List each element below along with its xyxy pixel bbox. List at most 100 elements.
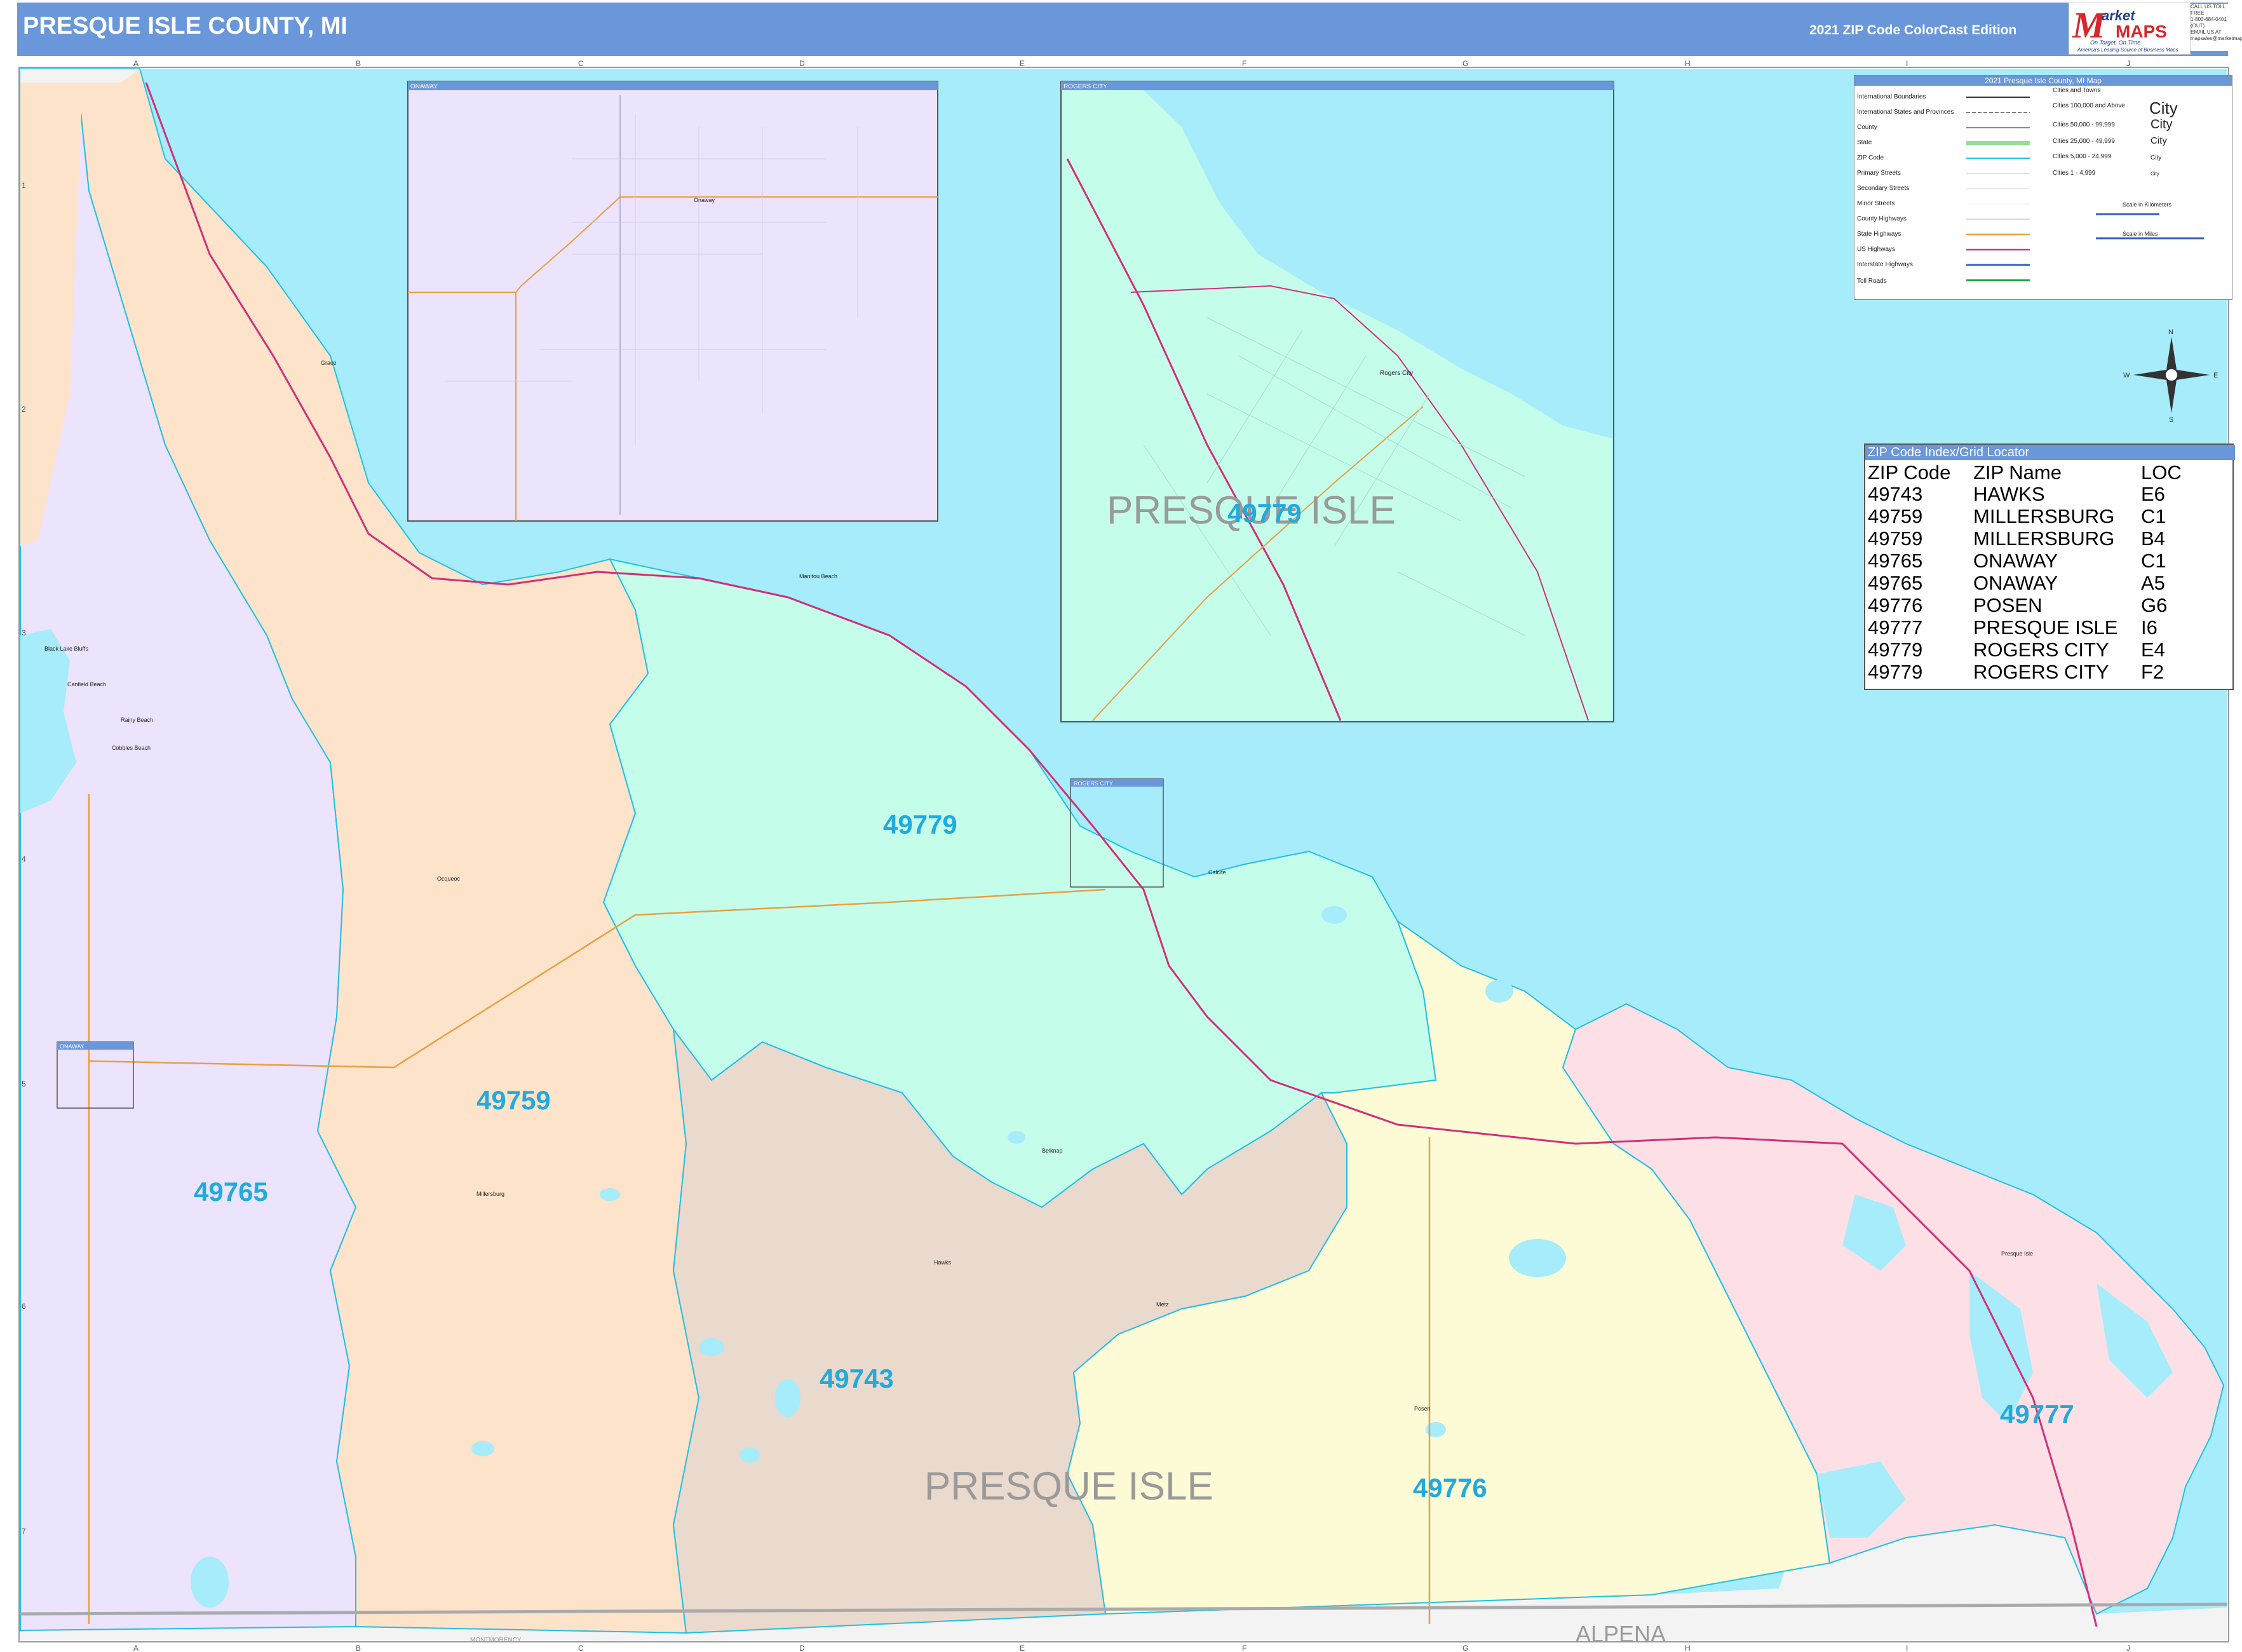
compass-s: S [2169,416,2173,424]
grid-col-label: G [1462,59,1468,68]
zip-label-49777: 49777 [2000,1399,2074,1429]
legend-city-sample: City [2151,154,2162,161]
zip-index-loc: F2 [2141,661,2164,683]
zip-index-loc: E4 [2141,639,2165,661]
zip-index-zip: 49765 [1868,572,1923,594]
town-label: Calcite [1208,869,1226,876]
legend-item: US Highways [1857,246,1896,253]
grid-col-label: F [1242,59,1246,68]
town-label: Belknap [1042,1148,1063,1154]
town-label: Manitou Beach [799,573,837,579]
town-label: Hawks [934,1259,952,1266]
zip-index-zip: 49779 [1868,639,1923,661]
zip-index-zip: 49743 [1868,483,1923,505]
compass-w: W [2123,372,2130,379]
town-label: Millersburg [476,1191,504,1197]
legend-item: Toll Roads [1857,278,1887,285]
lake [1008,1131,1025,1144]
grid-col-label: C [578,59,584,68]
legend-item: State Highways [1857,231,1901,238]
legend-scale-bars [2096,213,2204,240]
legend-city-item: Cities 1 - 4,999 [2053,170,2096,177]
zip-index-name: ROGERS CITY [1973,661,2109,683]
grid-row-label: 4 [22,855,26,863]
grid-col-label: A [133,1644,138,1652]
county-label-presque-isle: PRESQUE ISLE [924,1465,1213,1508]
grid-row-label: 7 [22,1527,26,1536]
legend-item: International Boundaries [1857,93,1926,100]
lake [699,1338,724,1356]
legend-item: Minor Streets [1857,200,1895,207]
grid-col-label: G [1462,1644,1468,1652]
town-label: Metz [1156,1301,1169,1308]
grid-col-label: D [799,1644,805,1652]
zip-index-name: PRESQUE ISLE [1973,616,2118,639]
grid-row-label: 6 [22,1302,26,1311]
onaway-inset-header [408,81,938,90]
zip-index-name: POSEN [1973,594,2043,616]
grid-col-label: B [356,59,361,68]
zip-index-loc: E6 [2141,483,2165,505]
zip-index-name: HAWKS [1973,483,2045,505]
zip-index-title: ZIP Code Index/Grid Locator [1865,445,2235,460]
compass-e: E [2213,372,2218,379]
legend-scale-km: Scale in Kilometers [2123,201,2172,208]
zip-index-zip: 49776 [1868,594,1923,616]
grid-row-label: 1 [22,181,26,190]
legend-city-sample: City [2149,98,2178,118]
compass-n: N [2168,328,2173,336]
grid-row-label: 3 [22,628,26,637]
town-label: Canfield Beach [67,681,106,687]
town-label: Grace [321,360,337,366]
grid-col-label: I [1906,59,1908,68]
zip-index-zip: 49779 [1868,661,1923,683]
rogers-city-inset-title: ROGERS CITY [1064,83,1107,90]
town-label: Presque Isle [2001,1250,2033,1257]
zip-index-header: ZIP Code [1868,461,1951,484]
zip-index-header: ZIP Name [1973,461,2062,484]
zip-label-49743: 49743 [820,1364,894,1393]
legend-item: County Highways [1857,215,1907,222]
grid-col-label: E [1020,1644,1025,1652]
legend-cities-header: Cities and Towns [2053,87,2101,94]
legend-city-item: Cities 5,000 - 24,999 [2053,153,2112,160]
legend-title: 2021 Presque Isle County, MI Map [1854,76,2232,86]
legend-city-sample: City [2151,171,2159,177]
grid-col-label: F [1242,1644,1246,1652]
legend-item: Primary Streets [1857,170,1901,177]
town-label: Rainy Beach [121,717,153,723]
zip-index-zip: 49759 [1868,527,1923,550]
town-label: Posen [1414,1405,1431,1412]
grid-col-label: E [1020,59,1025,68]
grid-row-label: 2 [22,405,26,414]
lake [191,1557,229,1608]
lake [600,1188,620,1201]
zip-index-loc: B4 [2141,527,2165,550]
zip-index-header: LOC [2141,461,2182,484]
lake [739,1447,760,1463]
rogers-city-locator-label: ROGERS CITY [1074,780,1113,787]
legend-city-item: Cities 25,000 - 49,999 [2053,138,2115,145]
legend-item: Interstate Highways [1857,261,1913,268]
inset-zip-label: 49779 [1227,498,1302,528]
onaway-locator-label: ONAWAY [60,1043,84,1050]
zip-index-loc: G6 [2141,594,2168,616]
lake [1509,1239,1566,1277]
lake [1485,980,1513,1003]
legend-city-item: Cities 100,000 and Above [2053,102,2125,109]
grid-col-label: H [1685,59,1691,68]
onaway-inset-map [407,81,938,522]
zip-index-name: MILLERSBURG [1973,505,2115,527]
grid-col-label: C [578,1644,584,1652]
grid-col-label: J [2126,1644,2130,1652]
town-label-onaway: Onaway [694,197,715,203]
zip-index-name: ONAWAY [1973,572,2058,594]
zip-index-loc: A5 [2141,572,2165,594]
zip-index-name: ROGERS CITY [1973,639,2109,661]
grid-col-label: H [1685,1644,1691,1652]
grid-row-label: 5 [22,1080,26,1088]
lake [1321,906,1347,924]
grid-col-label: A [133,59,138,68]
map-legend: 2021 Presque Isle County, MI Map Interna… [1854,75,2232,300]
zip-label-49765: 49765 [194,1177,268,1207]
